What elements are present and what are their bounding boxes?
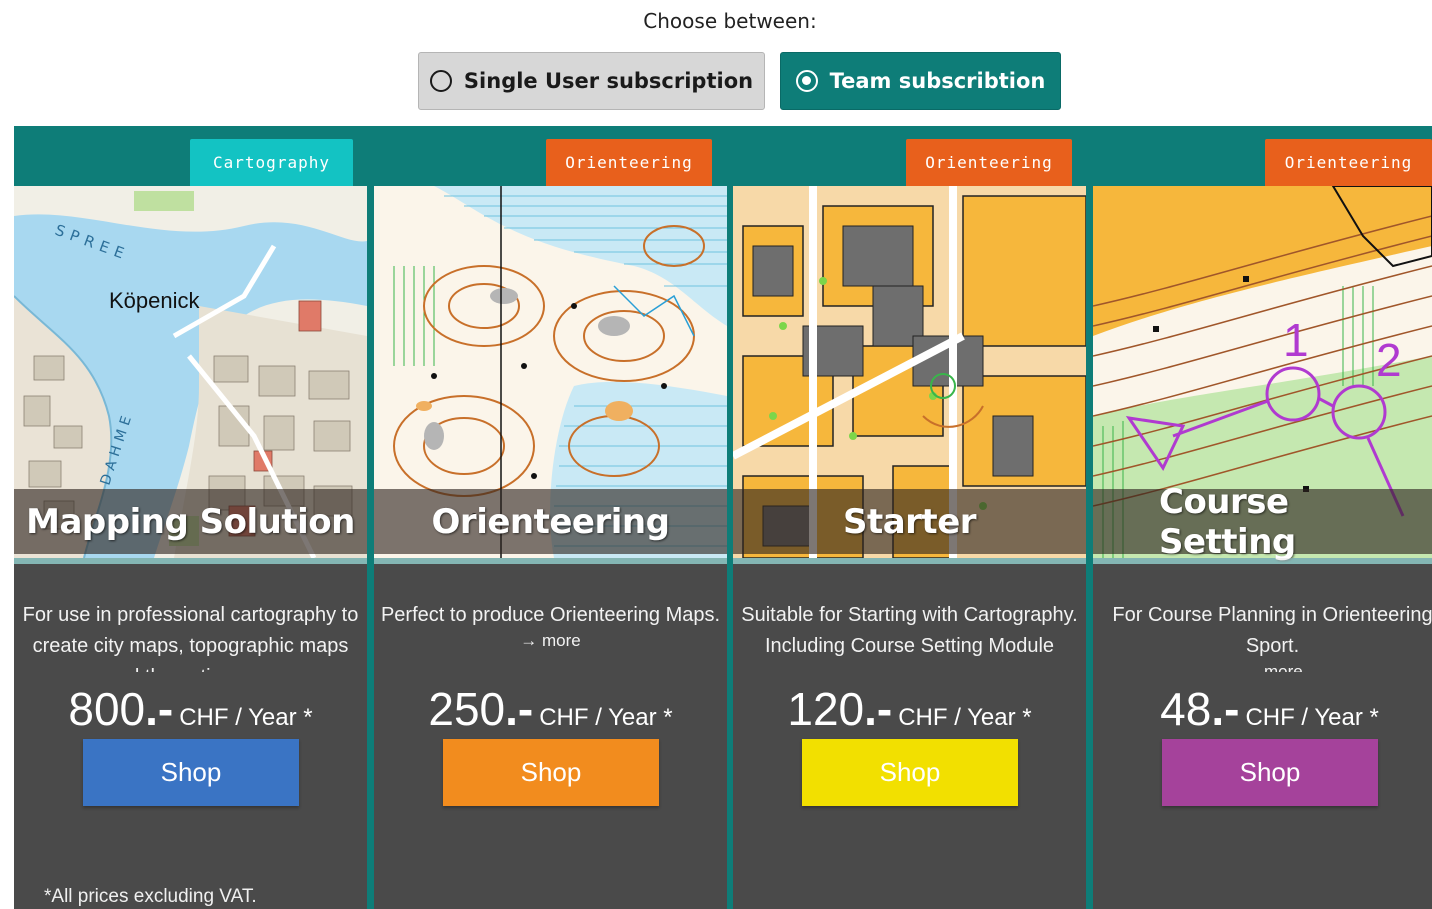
- card-body: For Course Planning in Orienteering Spor…: [1093, 564, 1432, 909]
- product-title: Starter: [733, 489, 1086, 554]
- price-amount: 120: [787, 683, 865, 735]
- shop-button[interactable]: Shop: [1162, 739, 1378, 806]
- price-suffix: .-: [1211, 683, 1240, 735]
- single-user-subscription-option[interactable]: Single User subscription: [418, 52, 765, 110]
- team-subscription-option[interactable]: Team subscribtion: [780, 52, 1061, 110]
- radio-unchecked-icon[interactable]: [429, 70, 452, 92]
- price-unit: CHF / Year *: [179, 704, 313, 731]
- price-amount: 250: [428, 683, 506, 735]
- category-tag[interactable]: Orienteering: [906, 139, 1072, 186]
- product-card-starter: Orienteering Starter Suitable for Starti…: [733, 127, 1086, 909]
- price-suffix: .-: [864, 683, 893, 735]
- product-card-course-setting: Orienteering 1 2 Course Setting For Cour…: [1093, 127, 1432, 909]
- more-link[interactable]: → more: [380, 631, 721, 651]
- more-link[interactable]: → more: [1093, 662, 1432, 672]
- price-unit: CHF / Year *: [539, 704, 673, 731]
- radio-checked-icon[interactable]: [795, 70, 818, 92]
- arrow-icon: →: [1242, 662, 1260, 672]
- description-text: For use in professional cartography to c…: [22, 604, 359, 672]
- control-number-2: 2: [1376, 334, 1402, 386]
- product-card-orienteering: Orienteering Orienteering Perfect to pro…: [374, 127, 727, 909]
- product-description: For use in professional cartography to c…: [20, 600, 361, 672]
- description-text: For Course Planning in Orienteering Spor…: [1112, 604, 1432, 657]
- shop-button[interactable]: Shop: [83, 739, 299, 806]
- product-description: For Course Planning in Orienteering Spor…: [1093, 600, 1432, 672]
- more-text: more: [1264, 662, 1303, 672]
- price: 800.- CHF / Year *: [14, 682, 367, 736]
- price: 48.- CHF / Year *: [1093, 682, 1432, 736]
- price-unit: CHF / Year *: [898, 704, 1032, 731]
- more-text: more: [542, 631, 581, 650]
- option-label: Team subscribtion: [829, 69, 1046, 93]
- price: 120.- CHF / Year *: [733, 682, 1086, 736]
- control-number-1: 1: [1283, 314, 1309, 366]
- category-tag[interactable]: Orienteering: [1265, 139, 1432, 186]
- shop-button[interactable]: Shop: [802, 739, 1018, 806]
- product-title: Course Setting: [1093, 482, 1432, 562]
- price-suffix: .-: [145, 683, 174, 735]
- product-title: Mapping Solution: [14, 489, 367, 554]
- category-tag[interactable]: Orienteering: [546, 139, 712, 186]
- vat-footnote: *All prices excluding VAT.: [44, 886, 257, 907]
- price-amount: 800: [68, 683, 146, 735]
- product-description: Perfect to produce Orienteering Maps. → …: [380, 600, 721, 672]
- product-title: Orienteering: [374, 489, 727, 554]
- price: 250.- CHF / Year *: [374, 682, 727, 736]
- product-description: Suitable for Starting with Cartography. …: [739, 600, 1080, 672]
- category-tag[interactable]: Cartography: [190, 139, 353, 186]
- shop-button[interactable]: Shop: [443, 739, 659, 806]
- card-body: Perfect to produce Orienteering Maps. → …: [374, 564, 727, 909]
- card-body: Suitable for Starting with Cartography. …: [733, 564, 1086, 909]
- description-text: Perfect to produce Orienteering Maps.: [380, 604, 721, 626]
- price-suffix: .-: [505, 683, 534, 735]
- option-label: Single User subscription: [463, 69, 754, 93]
- product-card-mapping-solution: Cartography SPREE Köpenick DAHME Mapping…: [14, 127, 367, 909]
- map-label-kopenick: Köpenick: [109, 288, 201, 313]
- choose-label: Choose between:: [643, 9, 817, 33]
- arrow-icon: →: [520, 631, 538, 650]
- description-text: Suitable for Starting with Cartography. …: [741, 604, 1078, 657]
- price-amount: 48: [1160, 683, 1212, 735]
- card-body: For use in professional cartography to c…: [14, 564, 367, 909]
- price-unit: CHF / Year *: [1245, 704, 1379, 731]
